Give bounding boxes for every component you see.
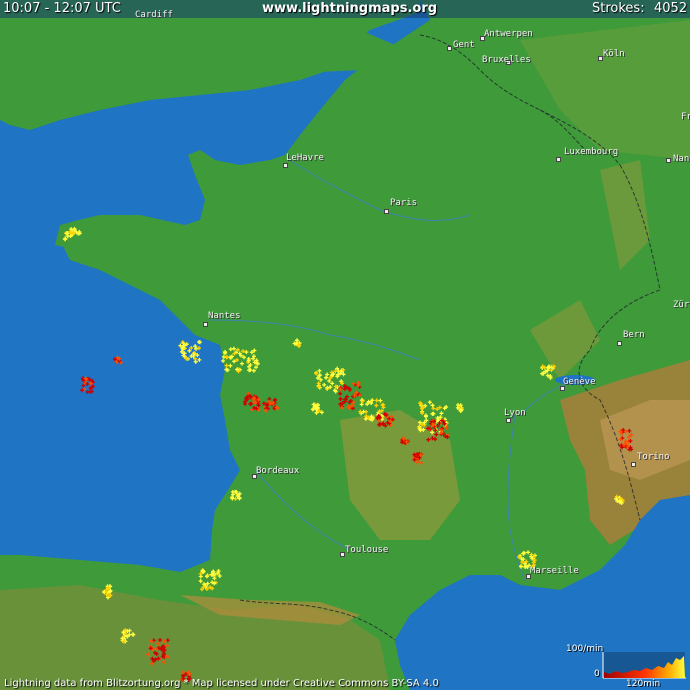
- city-marker: [447, 46, 452, 51]
- city-label: Zür: [673, 300, 690, 310]
- city-label: Köln: [603, 49, 625, 59]
- city-label: Luxembourg: [564, 147, 619, 157]
- lightning-map[interactable]: [0, 0, 690, 690]
- city-marker: [203, 322, 208, 327]
- city-label: Antwerpen: [484, 29, 533, 39]
- city-label: Fr: [681, 112, 690, 122]
- city-label: Genève: [563, 377, 596, 387]
- footer-bar: Lightning data from Blitzortung.org * Ma…: [0, 676, 600, 690]
- city-label: Paris: [390, 198, 418, 208]
- city-marker: [283, 163, 288, 168]
- city-label: Toulouse: [345, 545, 389, 555]
- city-label: Torino: [637, 452, 670, 462]
- city-marker: [617, 341, 622, 346]
- city-label: Lyon: [504, 408, 526, 418]
- city-label: Bordeaux: [256, 466, 300, 476]
- legend-histogram: [602, 652, 686, 679]
- city-label: Bruxelles: [482, 55, 531, 65]
- strokes-label: Strokes:: [592, 1, 645, 16]
- city-marker: [666, 158, 671, 163]
- city-label: Nantes: [208, 311, 241, 321]
- footer-credit[interactable]: Lightning data from Blitzortung.org * Ma…: [4, 678, 439, 689]
- city-marker: [506, 418, 511, 423]
- city-label: Marseille: [530, 566, 579, 576]
- city-label: Cardiff: [135, 10, 173, 20]
- strokes-count: 4052: [654, 1, 688, 16]
- city-marker: [556, 157, 561, 162]
- legend-top-label: 100/min: [566, 644, 604, 654]
- city-label: Gent: [453, 40, 475, 50]
- city-label: LeHavre: [286, 153, 324, 163]
- city-marker: [631, 462, 636, 467]
- site-url[interactable]: www.lightningmaps.org: [262, 1, 437, 16]
- city-label: Bern: [623, 330, 645, 340]
- legend-time-label: 120min: [626, 679, 661, 689]
- time-range: 10:07 - 12:07 UTC: [3, 1, 121, 16]
- city-label: Nanc: [673, 154, 690, 164]
- city-marker: [384, 209, 389, 214]
